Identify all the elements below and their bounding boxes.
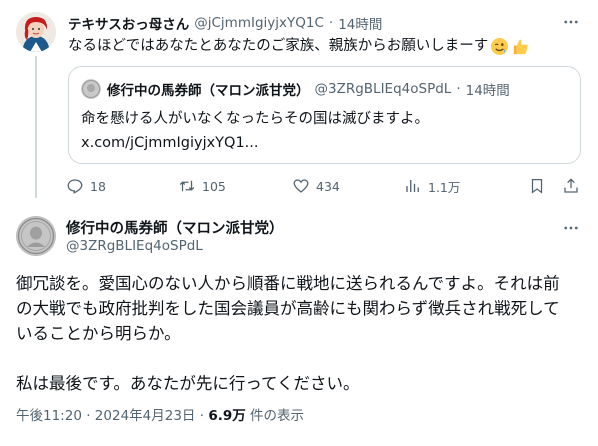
views-button[interactable]: 1.1万 — [404, 177, 460, 196]
thread-line — [35, 56, 37, 198]
main-text-line: 御冗談を。愛国心のない人から順番に戦地に送られるんですよ。それは前 — [16, 274, 560, 293]
retweet-icon — [179, 180, 195, 192]
quote-text-line: 命を懸ける人がいなくなったらその国は滅びますよ。 — [81, 111, 429, 127]
tweet-date[interactable]: 2024年4月23日 — [95, 408, 196, 424]
analytics-icon — [406, 180, 419, 192]
share-button[interactable] — [562, 177, 580, 195]
more-dots-icon — [564, 226, 578, 230]
views-count: 6.9万 — [208, 408, 246, 424]
more-dots-icon — [564, 20, 578, 24]
parent-avatar[interactable] — [16, 12, 56, 52]
main-handle[interactable]: @3ZRgBLIEq4oSPdL — [66, 238, 203, 254]
quote-header: 修行中の馬券師（マロン派甘党） @3ZRgBLIEq4oSPdL · 14時間 — [107, 79, 510, 99]
main-avatar[interactable] — [16, 216, 56, 256]
winking-face-emoji — [491, 37, 509, 55]
main-text-line: 私は最後です。あなたが先に行ってください。 — [16, 374, 360, 393]
main-tweet-meta: 午後11:20 · 2024年4月23日 · 6.9万 件の表示 — [16, 404, 304, 424]
parent-tweet-text: なるほどではあなたとあなたのご家族、親族からお願いしまーす — [68, 35, 530, 57]
quoted-tweet-card[interactable]: 修行中の馬券師（マロン派甘党） @3ZRgBLIEq4oSPdL · 14時間 … — [68, 66, 581, 164]
parent-more-button[interactable] — [560, 12, 582, 32]
meta-separator: · — [199, 408, 205, 424]
main-display-name[interactable]: 修行中の馬券師（マロン派甘党） — [66, 217, 284, 238]
heart-icon — [293, 179, 309, 193]
reply-icon — [67, 179, 83, 194]
parent-separator: · — [328, 15, 334, 31]
reply-count: 18 — [90, 178, 106, 194]
quote-avatar[interactable] — [81, 79, 101, 99]
parent-handle[interactable]: @jCjmmIgiyjxYQ1C — [194, 15, 324, 31]
quote-time[interactable]: 14時間 — [466, 79, 510, 99]
like-button[interactable]: 434 — [292, 177, 340, 195]
coin-avatar-image — [16, 216, 56, 256]
quote-link[interactable]: x.com/jCjmmIgiyjxYQ1... — [81, 131, 429, 155]
retweet-button[interactable]: 105 — [178, 177, 226, 195]
views-label: 件の表示 — [250, 408, 305, 424]
main-tweet-text: 御冗談を。愛国心のない人から順番に戦地に送られるんですよ。それは前 の大戦でも政… — [16, 271, 586, 396]
parent-tweet-body: なるほどではあなたとあなたのご家族、親族からお願いしまーす — [68, 38, 489, 54]
share-icon — [564, 178, 578, 193]
parent-avatar-image — [16, 12, 56, 52]
bookmark-icon — [531, 178, 543, 194]
reply-button[interactable]: 18 — [66, 177, 106, 195]
coin-avatar-image — [81, 79, 101, 99]
tweet-time[interactable]: 午後11:20 — [16, 408, 82, 424]
quote-handle[interactable]: @3ZRgBLIEq4oSPdL — [315, 81, 452, 97]
parent-action-bar: 18 105 434 1.1万 — [60, 172, 586, 200]
main-more-button[interactable] — [560, 218, 582, 238]
meta-separator: · — [86, 408, 91, 424]
quote-display-name[interactable]: 修行中の馬券師（マロン派甘党） — [107, 79, 310, 99]
view-count: 1.1万 — [428, 179, 461, 195]
quote-separator: · — [456, 81, 461, 97]
quote-text: 命を懸ける人がいなくなったらその国は滅びますよ。 x.com/jCjmmIgiy… — [81, 107, 429, 155]
paragraph-break — [16, 346, 586, 371]
retweet-count: 105 — [202, 178, 226, 194]
bookmark-button[interactable] — [528, 177, 546, 195]
main-text-line: いることから明らか。 — [16, 324, 181, 343]
parent-display-name[interactable]: テキサスおっ母さん — [68, 13, 189, 33]
thumbs-up-emoji — [514, 39, 528, 54]
like-count: 434 — [316, 178, 340, 194]
parent-tweet-header: テキサスおっ母さん @jCjmmIgiyjxYQ1C · 14時間 — [68, 13, 582, 33]
parent-time[interactable]: 14時間 — [338, 13, 382, 33]
main-text-line: の大戦でも政府批判をした国会議員が高齢にも関わらず徴兵され戦死して — [16, 299, 560, 318]
